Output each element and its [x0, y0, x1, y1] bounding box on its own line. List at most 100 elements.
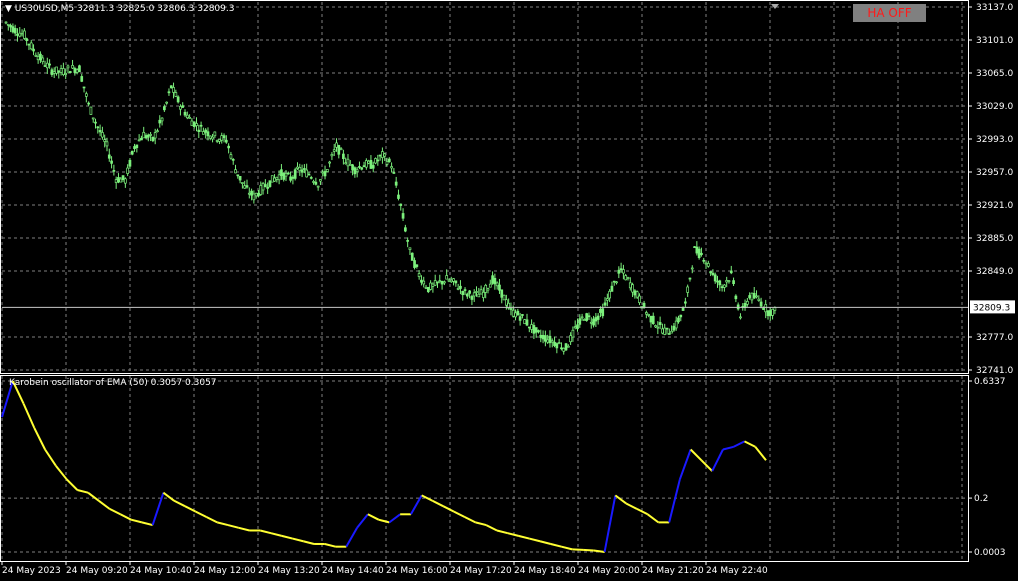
candle-body — [617, 269, 621, 274]
candle — [250, 188, 253, 201]
candle — [544, 330, 547, 347]
candle-body — [264, 184, 267, 188]
candle-body — [202, 131, 205, 135]
candle — [617, 266, 621, 279]
candle-body — [346, 158, 350, 167]
candle — [654, 324, 657, 328]
candle — [493, 273, 497, 290]
candle — [759, 297, 763, 309]
candle — [197, 124, 201, 139]
candle — [739, 313, 742, 320]
time-tick-label: 24 May 17:20 — [450, 566, 512, 576]
candle — [273, 174, 276, 182]
candle — [663, 323, 667, 336]
candle-body — [13, 27, 17, 34]
candle — [300, 164, 304, 178]
candle — [339, 147, 343, 151]
candle — [376, 154, 380, 166]
candle-body — [312, 181, 315, 183]
candle-body — [80, 76, 84, 82]
oscillator-segment — [367, 513, 380, 521]
candle — [410, 252, 414, 261]
candle-body — [695, 246, 699, 254]
candle — [296, 162, 299, 170]
candle-body — [94, 121, 97, 124]
oscillator-segment — [173, 499, 186, 508]
candle — [172, 82, 175, 99]
oscillator-segment — [507, 532, 519, 537]
candle — [557, 338, 561, 345]
candle-body — [615, 281, 618, 284]
candle-body — [537, 330, 540, 333]
candle-body — [309, 177, 313, 179]
candle-body — [23, 30, 26, 39]
chart-header: ▼ US30USD,M5 32811.3 32825.0 32806.3 328… — [5, 4, 234, 14]
candle — [741, 303, 745, 311]
candle-body — [571, 329, 575, 338]
candle-body — [156, 130, 159, 133]
candle — [667, 328, 671, 335]
oscillator-segment — [356, 513, 369, 529]
candle — [656, 321, 660, 335]
candle-body — [146, 134, 150, 138]
candle — [745, 298, 749, 307]
trading-chart[interactable]: 33137.0 33101.0 33065.0 33029.0 32993.0 32957… — [0, 0, 1018, 581]
candle-body — [583, 319, 586, 321]
candle — [638, 293, 641, 306]
candle-body — [541, 335, 545, 340]
candle-body — [521, 314, 524, 316]
oscillator-segment — [733, 440, 745, 448]
candle — [316, 185, 320, 191]
candle-body — [110, 160, 113, 164]
oscillator-segment — [345, 527, 358, 548]
candle — [601, 303, 605, 319]
candle-body — [729, 270, 733, 274]
candle-body — [330, 154, 334, 157]
candle — [259, 181, 263, 197]
candle — [190, 118, 194, 126]
candle-body — [394, 181, 398, 186]
candle-body — [711, 272, 715, 275]
candle — [500, 289, 504, 304]
candle — [179, 104, 182, 116]
candle-body — [472, 292, 476, 297]
candle-body — [436, 281, 439, 284]
candle — [387, 157, 391, 163]
candle — [573, 320, 577, 330]
oscillator-title: Karobein oscillator of EMA (50) 0.3057 0… — [9, 378, 217, 388]
oscillator-segment — [77, 489, 89, 494]
time-tick-label: 24 May 16:00 — [386, 566, 448, 576]
candle-body — [378, 154, 382, 157]
candle-body — [75, 69, 79, 73]
candle-body — [149, 134, 152, 136]
candle-body — [254, 192, 258, 197]
candle-body — [422, 280, 426, 285]
candle-body — [631, 284, 634, 293]
symbol-menu-icon[interactable]: ▼ — [5, 4, 12, 14]
candle — [521, 314, 524, 319]
candle-body — [413, 260, 416, 268]
candle-body — [96, 126, 100, 129]
candle — [158, 115, 162, 128]
candle-body — [585, 313, 589, 321]
candle-body — [622, 269, 625, 274]
heikin-ashi-toggle-button[interactable]: HA OFF — [853, 4, 926, 22]
candle-body — [757, 298, 761, 301]
candle-body — [9, 25, 12, 28]
candle — [523, 318, 527, 325]
candle — [266, 182, 270, 194]
candle-body — [420, 279, 423, 283]
candle — [548, 330, 552, 348]
oscillator-segment — [324, 543, 336, 548]
candle-body — [314, 181, 318, 185]
candle — [713, 272, 717, 284]
candle — [635, 290, 639, 299]
candle — [71, 59, 74, 70]
candle — [622, 264, 625, 280]
oscillator-segment — [260, 529, 272, 535]
oscillator-segment — [141, 521, 153, 527]
candle-body — [73, 68, 77, 73]
candle-body — [580, 316, 584, 319]
candle — [702, 257, 706, 264]
oscillator-segment — [583, 548, 594, 552]
